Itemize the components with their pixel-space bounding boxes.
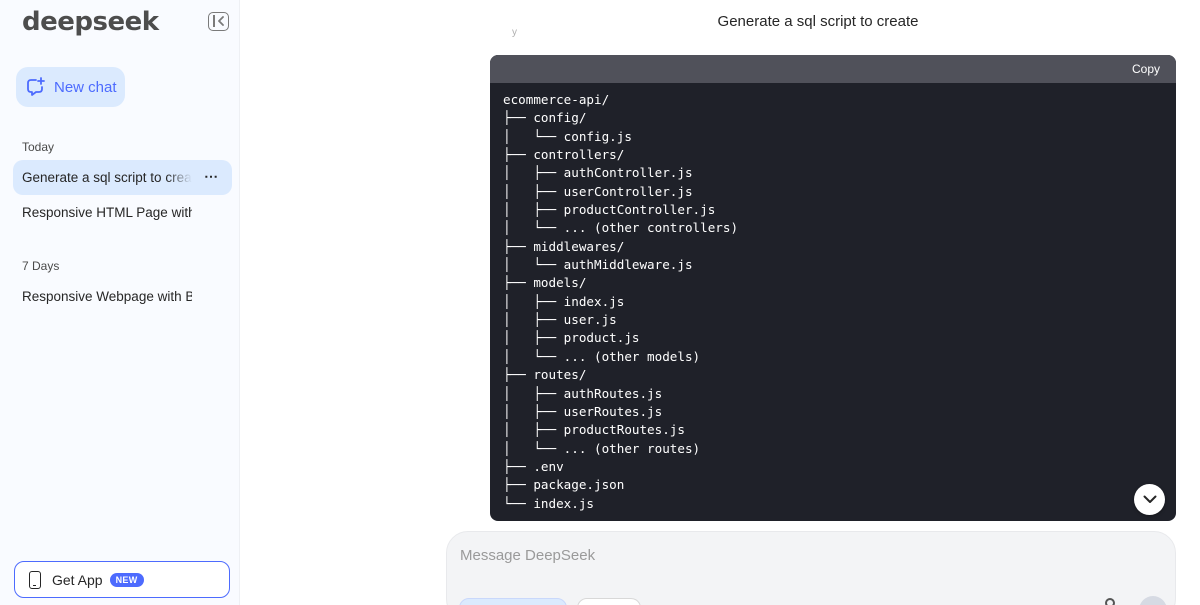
code-line: ├── package.json [503,477,625,493]
phone-icon [29,570,41,589]
copy-button[interactable]: Copy [1132,62,1160,76]
code-line: ├── .env [503,458,564,474]
code-line: │ └── ... (other models) [503,348,701,364]
scroll-artifact: y [512,27,517,38]
send-button[interactable] [1139,596,1167,605]
code-line: ├── middlewares/ [503,238,625,254]
code-content: ecommerce-api/ ├── config/ │ └── config.js… [490,83,1176,513]
history-item-label: Generate a sql script to create [22,170,192,185]
code-line: ecommerce-api/ [503,92,610,107]
code-line: │ └── ... (other routes) [503,440,701,456]
code-line: ├── config/ [503,110,587,126]
code-line: │ ├── productRoutes.js [503,422,685,438]
history-item[interactable]: Responsive HTML Page with Bootstrap [13,195,232,230]
history-section-today: Today [22,140,55,154]
history-item-label: Responsive Webpage with Bootstrap [22,289,192,304]
code-line: │ └── ... (other controllers) [503,220,739,236]
history-item[interactable]: Responsive Webpage with Bootstrap [13,279,232,314]
attach-icon[interactable] [1105,598,1115,605]
code-line: │ ├── user.js [503,312,617,328]
code-line: │ ├── userRoutes.js [503,403,663,419]
scroll-down-button[interactable] [1134,484,1165,515]
history-item-label: Responsive HTML Page with Bootstrap [22,205,192,220]
code-line: │ ├── product.js [503,330,640,346]
history-section-7-days: 7 Days [22,259,60,273]
get-app-button[interactable]: Get App NEW [14,561,230,598]
get-app-label: Get App [52,571,103,588]
code-header: Copy [490,55,1176,83]
new-badge: NEW [109,572,144,587]
code-line: ├── routes/ [503,367,587,383]
code-line: │ └── authMiddleware.js [503,257,693,273]
new-chat-button[interactable]: New chat [16,67,125,107]
code-line: │ ├── productController.js [503,202,716,218]
message-composer [446,531,1176,605]
message-input[interactable] [460,544,1140,566]
deepseek-logo[interactable]: deepseek [22,7,159,37]
code-line: │ ├── authRoutes.js [503,385,663,401]
code-line: └── index.js [503,495,594,511]
code-line: ├── models/ [503,275,587,291]
deepthink-toggle[interactable] [459,598,567,605]
chevron-down-icon [1143,495,1156,503]
search-toggle[interactable] [577,598,641,605]
history-item-active[interactable]: Generate a sql script to create ⋯ [13,160,232,195]
sidebar: deepseek New chat Today Generate a sql s… [0,0,240,605]
more-dots-icon[interactable]: ⋯ [204,168,218,185]
code-line: │ ├── userController.js [503,183,693,199]
code-line: │ ├── authController.js [503,165,693,181]
code-line: ├── controllers/ [503,147,625,163]
sidebar-collapse-icon[interactable] [208,12,229,31]
code-line: │ ├── index.js [503,293,625,309]
chat-title: Generate a sql script to create [717,13,919,30]
chat-plus-icon [26,77,46,97]
code-block: Copy ecommerce-api/ ├── config/ │ └── conf… [490,55,1176,521]
code-line: │ └── config.js [503,128,632,144]
new-chat-label: New chat [54,78,117,96]
